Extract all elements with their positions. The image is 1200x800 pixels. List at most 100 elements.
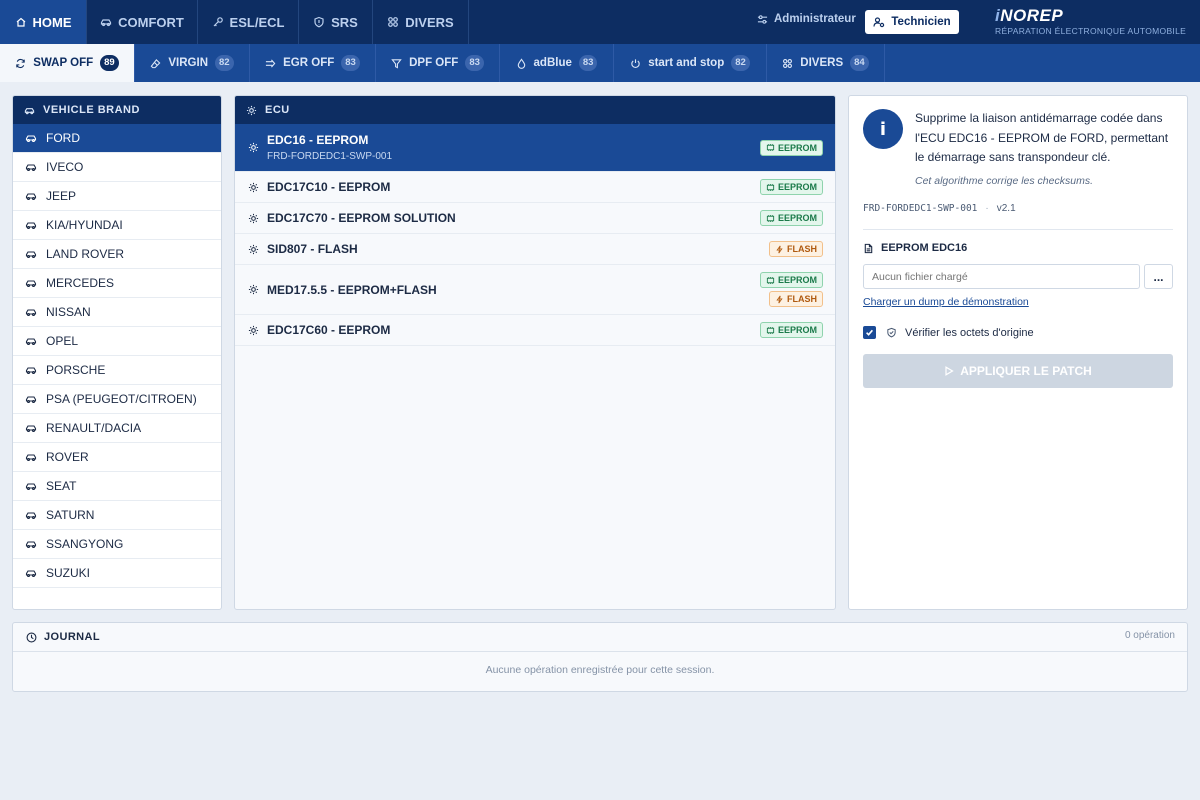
play-icon <box>944 366 954 376</box>
brand-item[interactable]: SATURN <box>13 501 221 530</box>
home-icon <box>15 16 27 28</box>
tab-egr-off[interactable]: EGR OFF 83 <box>250 44 376 82</box>
nav-tab-home[interactable]: HOME <box>0 0 87 44</box>
nav-tab-esl-ecl[interactable]: ESL/ECL <box>198 0 299 44</box>
tab-dpf-off[interactable]: DPF OFF 83 <box>376 44 500 82</box>
gear-icon <box>246 105 257 116</box>
load-demo-link[interactable]: Charger un dump de démonstration <box>863 296 1029 308</box>
brand-item[interactable]: NISSAN <box>13 298 221 327</box>
nav-tab-srs[interactable]: SRS <box>299 0 373 44</box>
brand-item[interactable]: OPEL <box>13 327 221 356</box>
nav-tab-comfort[interactable]: COMFORT <box>87 0 198 44</box>
ecu-header: ECU <box>235 96 835 124</box>
badge-label: FLASH <box>787 294 817 304</box>
eraser-icon <box>150 58 161 69</box>
brand-label: NISSAN <box>46 305 91 319</box>
nav-tab-divers[interactable]: DIVERS <box>373 0 469 44</box>
car-icon <box>25 190 37 202</box>
ecu-text: EDC17C60 - EEPROM <box>267 323 390 337</box>
tab-start-and-stop[interactable]: start and stop 82 <box>614 44 767 82</box>
car-icon <box>100 16 112 28</box>
brand-item[interactable]: ROVER <box>13 443 221 472</box>
grid-icon <box>387 16 399 28</box>
technicien-button[interactable]: Technicien <box>865 10 959 34</box>
ecu-text: SID807 - FLASH <box>267 242 358 256</box>
badge-label: EEPROM <box>777 275 817 285</box>
bolt-icon <box>775 295 784 304</box>
car-icon <box>25 538 37 550</box>
tab-count-badge: 83 <box>341 55 360 71</box>
apply-patch-label: APPLIQUER LE PATCH <box>960 364 1092 378</box>
tab-label: adBlue <box>533 57 572 69</box>
brand-item[interactable]: IVECO <box>13 153 221 182</box>
tab-virgin[interactable]: VIRGIN 82 <box>135 44 250 82</box>
tab-adblue[interactable]: adBlue 83 <box>500 44 614 82</box>
brand-item[interactable]: SUZUKI <box>13 559 221 588</box>
ecu-item[interactable]: MED17.5.5 - EEPROM+FLASH EEPROM FLASH <box>235 265 835 315</box>
nav-tab-label: DIVERS <box>405 14 454 30</box>
tab-count-badge: 84 <box>850 55 869 71</box>
brand-label: MERCEDES <box>46 276 115 290</box>
chip-icon <box>766 214 775 223</box>
brand-item[interactable]: JEEP <box>13 182 221 211</box>
ecu-item[interactable]: SID807 - FLASH FLASH <box>235 234 835 265</box>
file-icon <box>863 243 874 254</box>
nav-tab-label: SRS <box>331 14 358 30</box>
algorithm-info-panel: i Supprime la liaison antidémarrage codé… <box>848 95 1188 610</box>
brand-label: PORSCHE <box>46 363 106 377</box>
brand-item[interactable]: RENAULT/DACIA <box>13 414 221 443</box>
apply-patch-button[interactable]: APPLIQUER LE PATCH <box>863 354 1173 388</box>
algorithm-meta: FRD-FORDEDC1-SWP-001 · v2.1 <box>863 203 1016 214</box>
ecu-name: EDC16 - EEPROM <box>267 133 369 147</box>
filter-icon <box>391 58 402 69</box>
algorithm-note: Cet algorithme corrige les checksums. <box>915 175 1093 187</box>
car-icon <box>25 422 37 434</box>
file-path-input[interactable] <box>863 264 1140 289</box>
tab-swap-off[interactable]: SWAP OFF 89 <box>0 44 135 82</box>
brand-item[interactable]: PSA (PEUGEOT/CITROEN) <box>13 385 221 414</box>
brand-item[interactable]: LAND ROVER <box>13 240 221 269</box>
tab-label: start and stop <box>648 57 725 69</box>
ecu-item[interactable]: EDC16 - EEPROM FRD-FORDEDC1-SWP-001 EEPROM <box>235 124 835 172</box>
sliders-icon <box>757 14 768 25</box>
ecu-item[interactable]: EDC17C10 - EEPROM EEPROM <box>235 172 835 203</box>
info-icon: i <box>863 109 903 149</box>
verify-checkbox[interactable] <box>863 326 876 339</box>
flash-badge: FLASH <box>769 291 823 307</box>
user-gear-icon <box>873 16 885 28</box>
browse-button[interactable]: ... <box>1144 264 1173 289</box>
technicien-label: Technicien <box>891 16 951 28</box>
ecu-name: EDC17C70 - EEPROM SOLUTION <box>267 211 456 225</box>
brand-item[interactable]: KIA/HYUNDAI <box>13 211 221 240</box>
eeprom-badge: EEPROM <box>759 139 823 156</box>
ecu-item[interactable]: EDC17C70 - EEPROM SOLUTION EEPROM <box>235 203 835 234</box>
tab-divers[interactable]: DIVERS 84 <box>767 44 885 82</box>
gear-icon <box>248 284 267 295</box>
brand-item[interactable]: SSANGYONG <box>13 530 221 559</box>
verify-option: Vérifier les octets d'origine <box>863 326 1034 339</box>
ecu-text: EDC17C10 - EEPROM <box>267 180 390 194</box>
brand-item[interactable]: SEAT <box>13 472 221 501</box>
ecu-badges: EEPROM <box>759 172 823 202</box>
journal-panel: JOURNAL 0 opération Aucune opération enr… <box>12 622 1188 692</box>
tab-count-badge: 89 <box>100 55 119 71</box>
chip-icon <box>766 326 775 335</box>
brand-item[interactable]: MERCEDES <box>13 269 221 298</box>
car-icon <box>25 451 37 463</box>
brand-item[interactable]: PORSCHE <box>13 356 221 385</box>
tab-count-badge: 83 <box>465 55 484 71</box>
flash-badge: FLASH <box>769 241 823 257</box>
brand-label: SEAT <box>46 479 77 493</box>
ecu-item[interactable]: EDC17C60 - EEPROM EEPROM <box>235 315 835 346</box>
ecu-code: FRD-FORDEDC1-SWP-001 <box>267 151 393 162</box>
vehicle-brand-panel: VEHICLE BRAND FORD IVECO JEEP KIA/HYUNDAI LA… <box>12 95 222 610</box>
brand-label: SUZUKI <box>46 566 91 580</box>
brand-item[interactable]: FORD <box>13 124 221 153</box>
refresh-icon <box>15 58 26 69</box>
badge-label: EEPROM <box>777 213 817 223</box>
car-icon <box>25 277 37 289</box>
brand-label: SATURN <box>46 508 95 522</box>
admin-link[interactable]: Administrateur <box>757 13 856 25</box>
car-icon <box>24 105 35 116</box>
panel-title: ECU <box>265 104 290 116</box>
